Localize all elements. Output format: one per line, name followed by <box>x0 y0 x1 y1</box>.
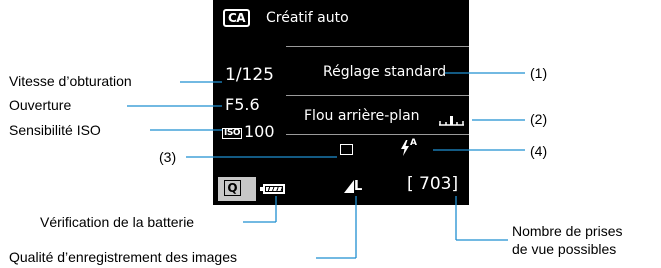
label-shots-line1: Nombre de prises <box>512 223 623 239</box>
label-aperture: Ouverture <box>9 97 72 113</box>
label-number-2: (2) <box>530 111 548 127</box>
label-battery-check: Vérification de la batterie <box>40 214 195 230</box>
label-number-4: (4) <box>530 143 548 159</box>
label-shots-line2: de vue possibles <box>512 241 617 257</box>
label-number-1: (1) <box>530 65 548 81</box>
label-number-3: (3) <box>159 149 177 165</box>
label-shutter-speed: Vitesse d’obturation <box>9 73 132 89</box>
label-iso: Sensibilité ISO <box>9 122 101 138</box>
label-image-quality: Qualité d’enregistrement des images <box>9 249 238 265</box>
